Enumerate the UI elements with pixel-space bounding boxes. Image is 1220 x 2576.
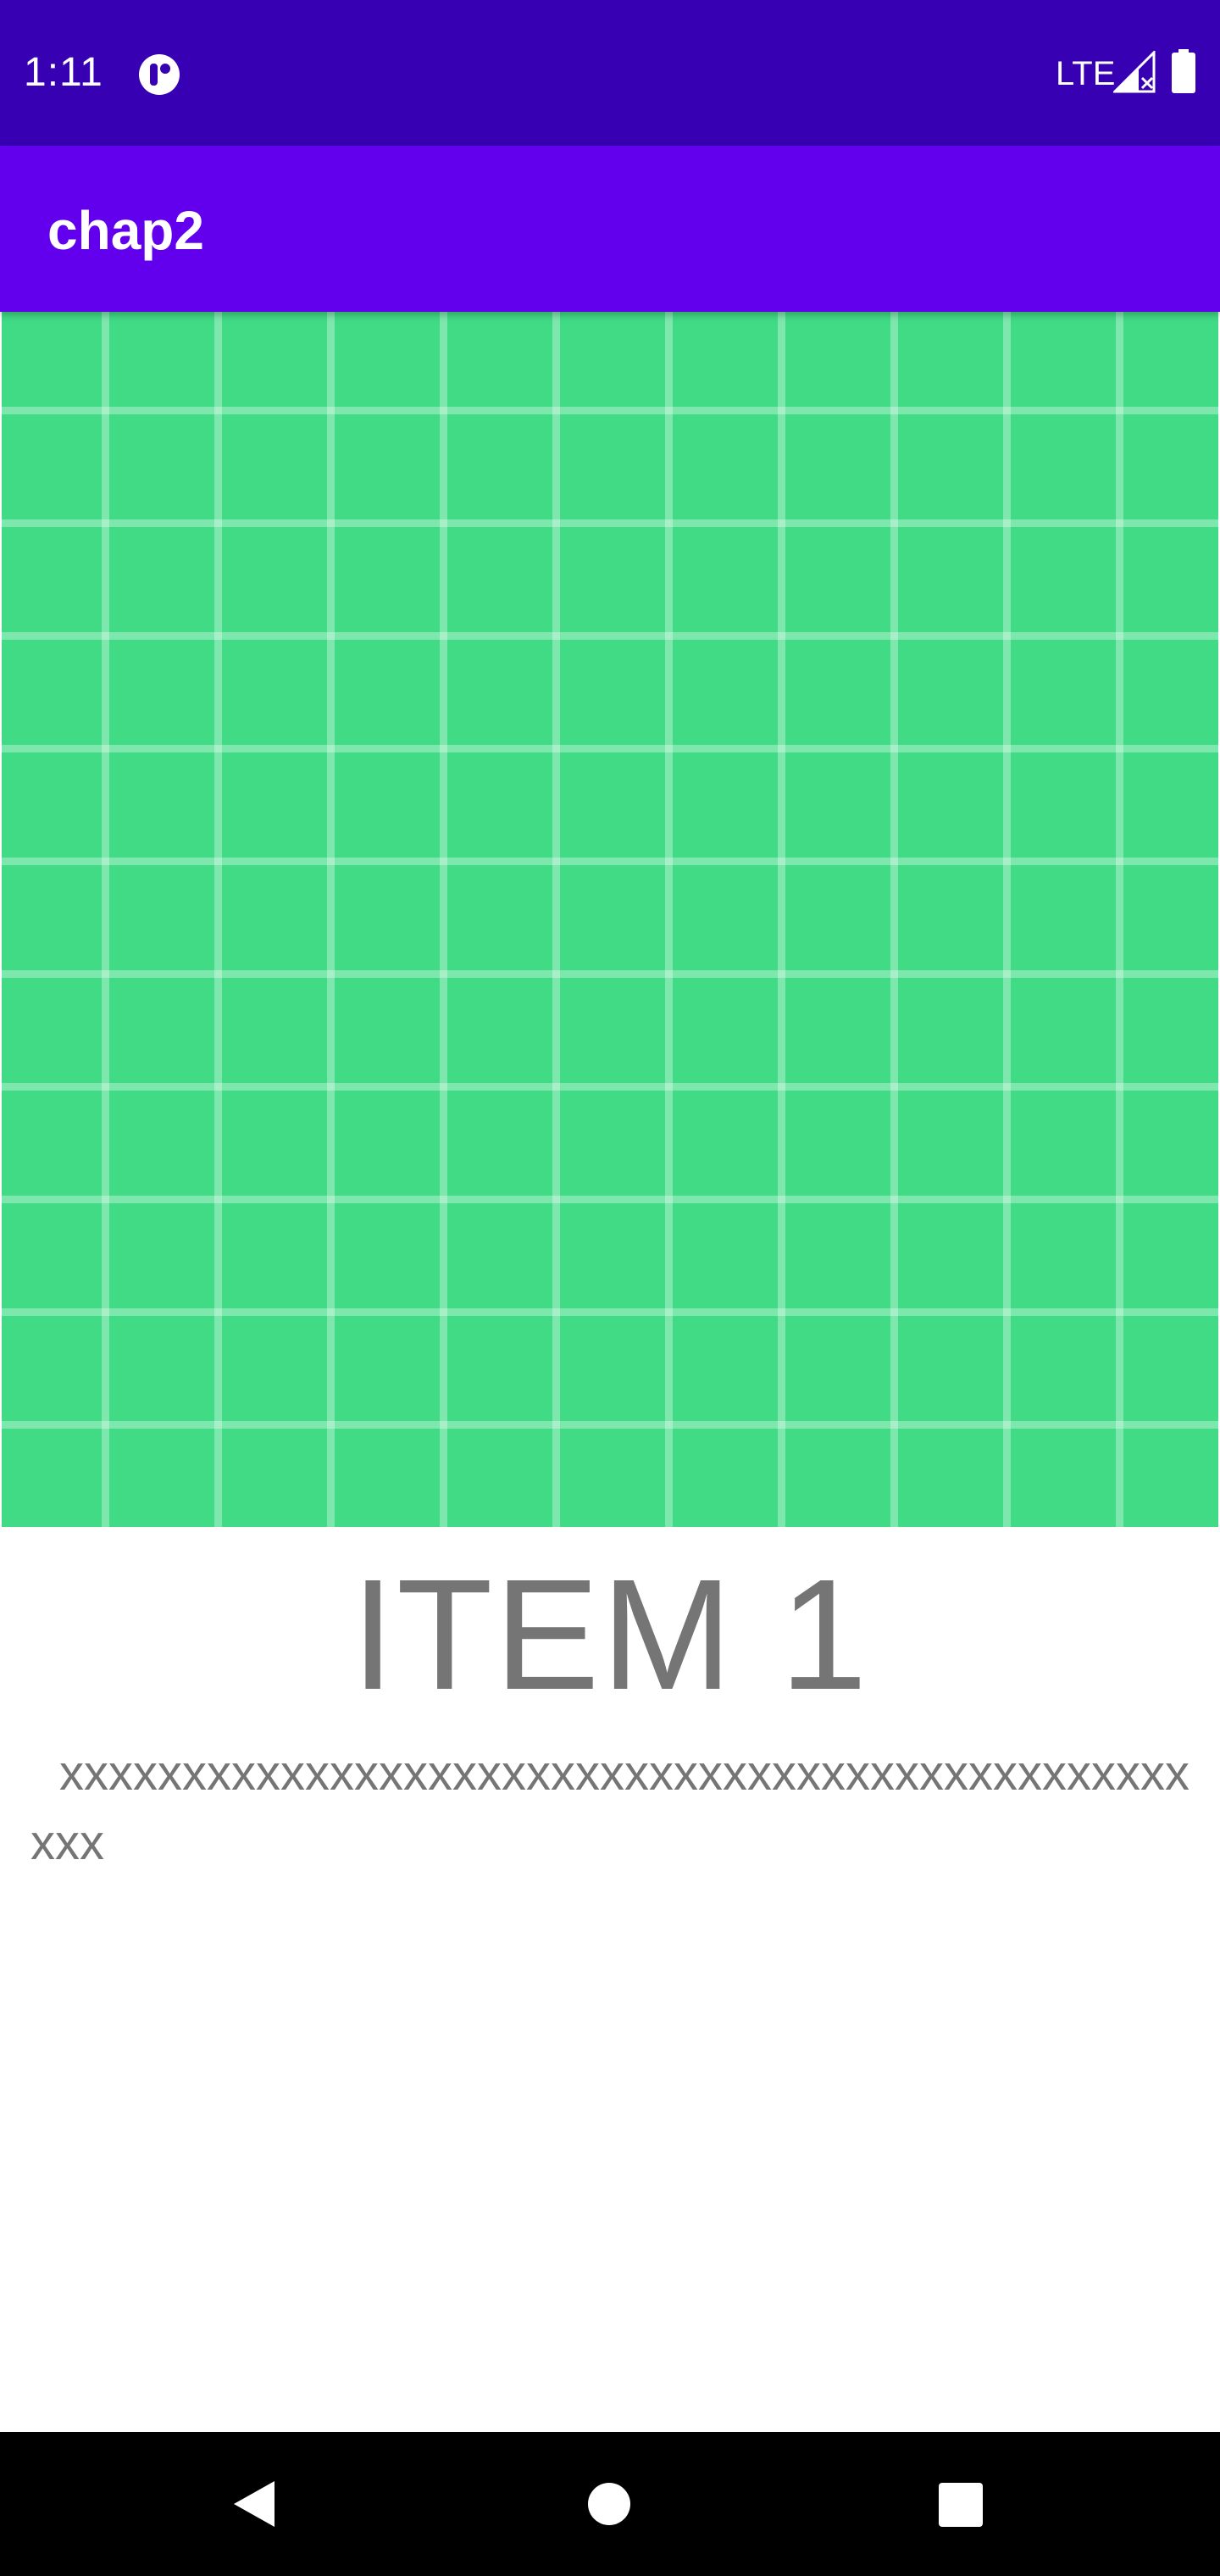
app-title: chap2	[47, 200, 204, 261]
navigation-bar	[0, 2432, 1220, 2576]
back-icon[interactable]	[230, 2478, 278, 2530]
screen: 1:11 LTE chap2 ITEM 1 xxxxxxxxxxxxxxxxxx…	[0, 0, 1220, 2576]
app-notification-icon	[139, 54, 180, 95]
battery-icon	[1172, 49, 1195, 93]
app-bar: chap2	[0, 146, 1220, 312]
item-description: xxxxxxxxxxxxxxxxxxxxxxxxxxxxxxxxxxxxxxxx…	[30, 1746, 1190, 1870]
home-icon[interactable]	[588, 2483, 630, 2525]
item-title: ITEM 1	[351, 1547, 869, 1723]
status-time: 1:11	[24, 50, 103, 95]
signal-icon	[1113, 51, 1156, 93]
recents-icon[interactable]	[939, 2483, 983, 2527]
grid-placeholder-image	[2, 312, 1218, 1527]
network-type: LTE	[1056, 55, 1116, 92]
status-bar: 1:11 LTE	[0, 0, 1220, 146]
